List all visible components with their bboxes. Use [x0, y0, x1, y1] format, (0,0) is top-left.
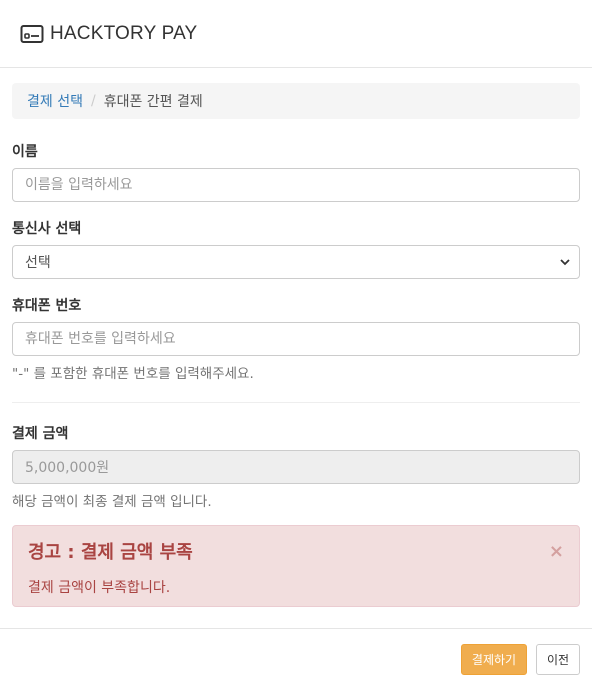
- app-header: HACKTORY PAY: [0, 0, 592, 68]
- phone-field[interactable]: [12, 322, 580, 356]
- warning-alert: 경고 : 결제 금액 부족 결제 금액이 부족합니다. ×: [12, 525, 580, 607]
- chevron-down-icon: [559, 256, 571, 268]
- carrier-label: 통신사 선택: [12, 221, 82, 237]
- app-title: HACKTORY PAY: [50, 22, 198, 44]
- alert-message: 결제 금액이 부족합니다.: [28, 580, 171, 596]
- amount-help-text: 해당 금액이 최종 결제 금액 입니다.: [12, 494, 212, 510]
- main-content: 결제 선택 / 휴대폰 간편 결제 이름 통신사 선택 선택 휴대폰 번호 "-…: [0, 83, 592, 607]
- close-icon[interactable]: ×: [549, 543, 564, 561]
- breadcrumb-separator: /: [90, 93, 96, 109]
- amount-label: 결제 금액: [12, 426, 69, 442]
- modal-footer: 결제하기 이전: [0, 628, 592, 687]
- name-field[interactable]: [12, 168, 580, 202]
- breadcrumb-current: 휴대폰 간편 결제: [103, 94, 203, 110]
- amount-field: 5,000,000원: [12, 450, 580, 484]
- breadcrumb: 결제 선택 / 휴대폰 간편 결제: [12, 83, 580, 119]
- name-input[interactable]: [25, 169, 579, 201]
- previous-button[interactable]: 이전: [536, 644, 580, 675]
- alert-title: 경고 : 결제 금액 부족: [28, 542, 193, 563]
- carrier-select-value: 선택: [25, 255, 51, 271]
- carrier-select[interactable]: 선택: [12, 245, 580, 279]
- divider: [12, 402, 580, 403]
- amount-value: 5,000,000원: [25, 460, 110, 476]
- pay-button[interactable]: 결제하기: [461, 644, 527, 675]
- name-label: 이름: [12, 144, 38, 160]
- phone-help-text: "-" 를 포함한 휴대폰 번호를 입력해주세요.: [12, 366, 254, 382]
- breadcrumb-link-payment-select[interactable]: 결제 선택: [27, 91, 83, 111]
- credit-card-icon: [20, 22, 44, 46]
- phone-label: 휴대폰 번호: [12, 298, 82, 314]
- phone-input[interactable]: [25, 323, 579, 355]
